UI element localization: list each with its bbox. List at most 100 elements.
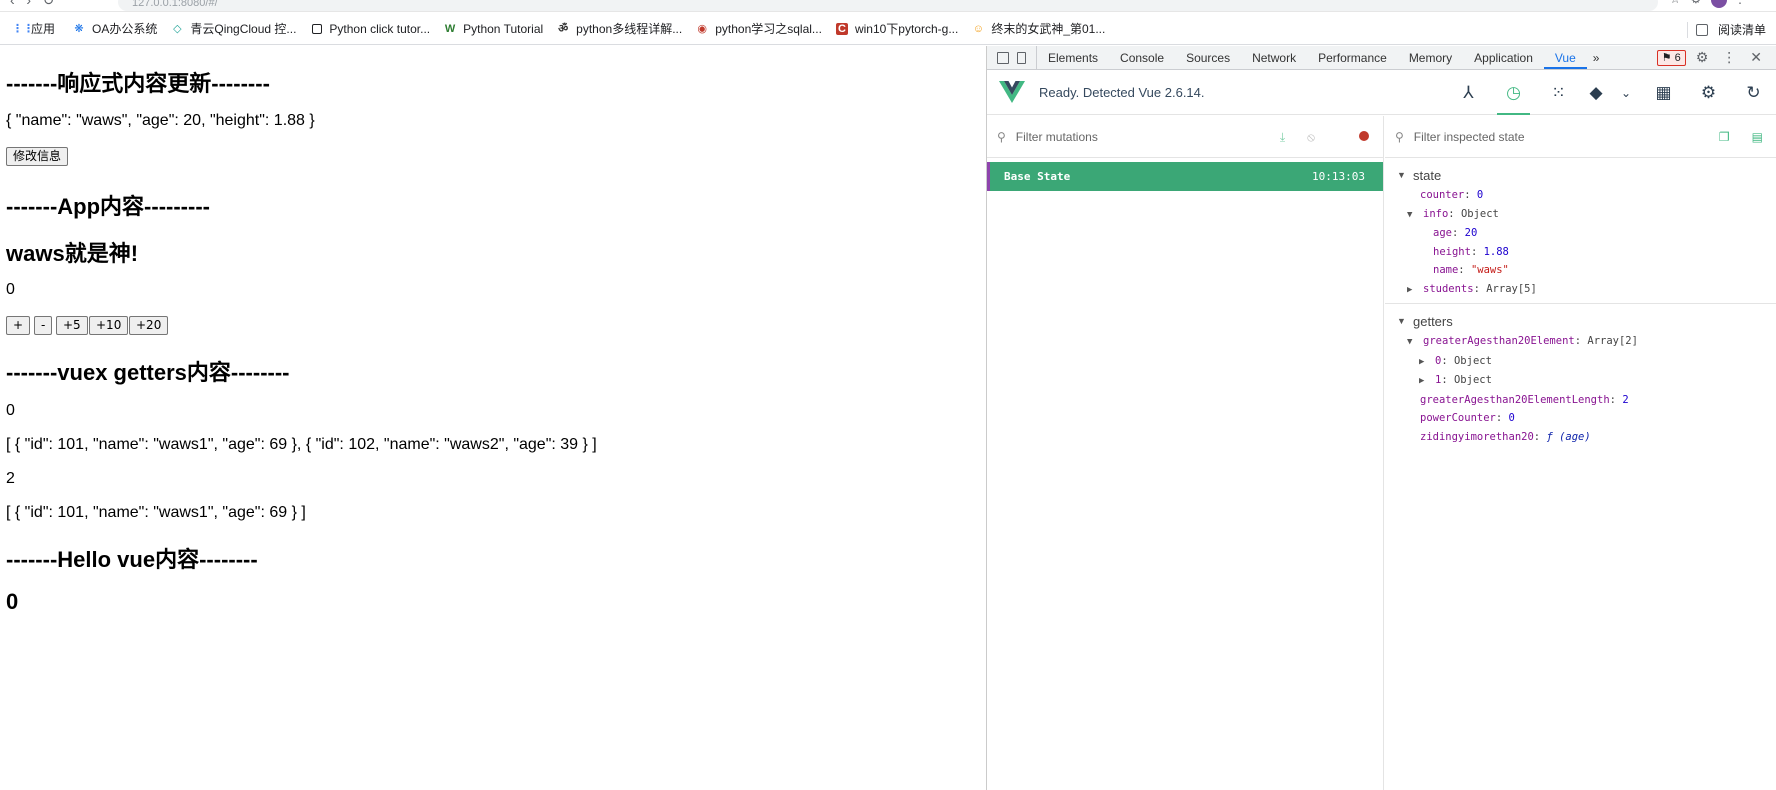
bookmark-python-tutorial[interactable]: W Python Tutorial [444,22,543,36]
key: counter [1420,189,1465,201]
performance-icon[interactable]: ▦ [1641,70,1686,115]
key: zidingyimorethan20 [1420,430,1534,443]
base-state-row[interactable]: Base State 10:13:03 [987,162,1383,191]
tab-application[interactable]: Application [1463,46,1544,69]
filter-mutations[interactable]: ⚲ Filter mutations ⤓ ⦸ [987,116,1383,158]
devtools-tool-icons [987,46,1037,69]
components-icon[interactable]: ⅄ [1446,70,1491,115]
vue-tool-buttons: ⅄ ◷ ⁙ ◆ ⌄ ▦ ⚙ ↻ [1446,70,1776,115]
key: height [1433,245,1471,258]
refresh-icon[interactable]: ↻ [1731,70,1776,115]
add-5-button[interactable]: +5 [56,316,88,335]
getter-item-1[interactable]: ▶ 1: Object [1385,371,1776,391]
vuex-history-icon[interactable]: ◷ [1491,70,1536,115]
filter-mutations-input[interactable]: Filter mutations [1016,130,1098,144]
expand-triangle-icon: ▼ [1407,209,1413,220]
record-icon[interactable] [1337,130,1369,144]
state-actions: ❐ ▤ [1697,116,1763,158]
commit-all-icon[interactable]: ⤓ [1280,130,1285,145]
tab-performance[interactable]: Performance [1307,46,1398,69]
expand-triangle-icon: ▶ [1419,376,1425,386]
nav-buttons[interactable]: ‹ › ↻ [10,0,54,9]
bookmark-python-click[interactable]: Python click tutor... [312,22,430,36]
add-20-button[interactable]: +20 [129,316,169,335]
filter-state[interactable]: ⚲ Filter inspected state ❐ ▤ [1385,116,1776,158]
device-toolbar-icon[interactable] [1017,51,1026,64]
tab-vue[interactable]: Vue [1543,46,1587,69]
browser-toolbar: ‹ › ↻ 127.0.0.1:8080/#/ ☆ ⚙ ⋮ [0,0,1776,12]
settings-gear-icon[interactable]: ⚙ [1696,49,1709,66]
inspect-element-icon[interactable] [997,51,1009,64]
filter-state-input[interactable]: Filter inspected state [1414,130,1525,144]
csdn-icon: C [835,22,848,35]
bookmark-valkyrie[interactable]: ☺ 终末的女武神_第01... [972,20,1106,37]
expand-triangle-icon: ▼ [1407,337,1413,347]
profile-avatar[interactable] [1711,0,1728,8]
tab-memory[interactable]: Memory [1398,46,1463,69]
bookmark-sqlalchemy[interactable]: ◉ python学习之sqlal... [696,20,822,37]
devtools-panel: Elements Console Sources Network Perform… [986,46,1776,790]
getter-element-length[interactable]: greaterAgesthan20ElementLength: 2 [1385,391,1776,410]
bookmark-python-thread[interactable]: ॐ python多线程详解... [557,20,682,37]
key: 1 [1435,374,1442,386]
tab-elements[interactable]: Elements [1037,46,1109,69]
routing-icon[interactable]: ◆ [1581,70,1611,115]
heading-hello: -------Hello vue内容-------- [6,547,258,572]
bookmark-label: OA办公系统 [92,22,158,36]
paste-icon[interactable]: ▤ [1752,130,1763,144]
value: Object [1453,374,1492,386]
copy-icon[interactable]: ❐ [1719,130,1730,144]
chevron-down-icon[interactable]: ⌄ [1611,70,1641,115]
more-options-icon[interactable]: ⋮ [1722,49,1736,66]
w3-icon: W [444,22,456,35]
state-info-height[interactable]: height: 1.88 [1385,243,1776,262]
modify-info-button[interactable]: 修改信息 [6,147,69,166]
site-icon: ◉ [697,22,708,35]
getter-greater-element[interactable]: ▼ greaterAgesthan20Element: Array[2] [1385,332,1776,352]
getter-item-0[interactable]: ▶ 0: Object [1385,352,1776,372]
add-10-button[interactable]: +10 [89,316,129,335]
heading-reactive: -------响应式内容更新-------- [6,71,270,96]
issues-badge[interactable]: ⚑ 6 [1656,49,1686,66]
browser-actions[interactable]: ☆ ⚙ ⋮ [1670,0,1746,8]
bookmark-apps[interactable]: ⋮⋮ 应用 [12,20,55,37]
close-icon[interactable]: ✕ [1750,49,1762,66]
state-info-age[interactable]: age: 20 [1385,224,1776,243]
events-icon[interactable]: ⁙ [1536,70,1581,115]
state-counter[interactable]: counter: 0 [1385,186,1776,205]
more-tabs-icon[interactable]: » [1587,46,1606,69]
reading-list[interactable]: 阅读清单 [1686,21,1766,38]
key: name [1433,264,1459,276]
getter-power-counter[interactable]: powerCounter: 0 [1385,409,1776,428]
key: powerCounter [1420,412,1496,424]
increment-button[interactable]: + [6,316,31,335]
collapse-triangle-icon: ▼ [1397,316,1406,326]
value: 20 [1464,227,1478,239]
state-header[interactable]: ▼ state [1385,164,1776,186]
revert-all-icon[interactable]: ⦸ [1307,130,1315,145]
collapse-triangle-icon: ▼ [1397,170,1406,180]
url-text: 127.0.0.1:8080/#/ [132,0,218,9]
state-info[interactable]: ▼ info: Object [1385,205,1776,225]
apps-grid-icon: ⋮⋮ [12,22,34,35]
decrement-button[interactable]: - [34,316,53,335]
settings-icon[interactable]: ⚙ [1686,70,1731,115]
value: Object [1460,207,1499,220]
heading-getters: -------vuex getters内容-------- [6,360,290,385]
getter-custom-fn[interactable]: zidingyimorethan20: ƒ (age) [1385,428,1776,447]
state-students[interactable]: ▶ students: Array[5] [1385,280,1776,300]
bookmark-pytorch[interactable]: Cwin10下pytorch-g... [835,20,958,37]
tab-sources[interactable]: Sources [1175,46,1241,69]
tab-console[interactable]: Console [1109,46,1175,69]
bookmark-qingcloud[interactable]: ◇ 青云QingCloud 控... [171,20,296,37]
qingcloud-icon: ◇ [173,22,182,35]
value: Object [1453,354,1492,367]
tab-network[interactable]: Network [1241,46,1307,69]
mutations-pane: ⚲ Filter mutations ⤓ ⦸ Base State 10:13:… [987,116,1384,790]
state-info-name[interactable]: name: "waws" [1385,261,1776,280]
getters-header[interactable]: ▼ getters [1385,310,1776,332]
getters-label: getters [1413,313,1453,329]
bookmark-oa[interactable]: ❋ OA办公系统 [73,20,157,37]
address-bar[interactable]: 127.0.0.1:8080/#/ [118,0,1658,11]
value: Array[5] [1486,282,1537,295]
